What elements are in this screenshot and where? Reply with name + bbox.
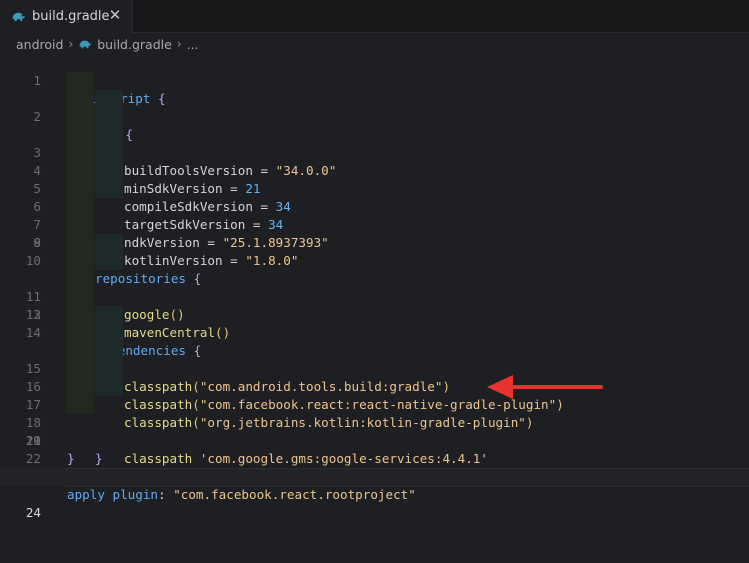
code-line: 20 } (0, 396, 749, 466)
indent-guide (66, 396, 94, 414)
code-line: 7 ndkVersion = "25.1.8937393" (0, 162, 749, 250)
indent-guide (66, 162, 94, 180)
indent-guide (66, 252, 94, 270)
code-line: 6 targetSdkVersion = 34 (0, 144, 749, 232)
indent-guide (66, 180, 94, 198)
indent-guide (95, 180, 123, 198)
indent-guide (95, 360, 123, 378)
code-line: 15 classpath("com.android.tools.build:gr… (0, 306, 749, 394)
indent-guide (95, 144, 123, 162)
indent-guide (66, 342, 94, 360)
breadcrumb-item-file[interactable]: build.gradle (97, 37, 172, 52)
code-line-current[interactable]: 24 (0, 468, 749, 520)
indent-guide (95, 108, 123, 126)
gradle-elephant-icon (79, 40, 92, 49)
indent-guide (95, 252, 123, 270)
indent-guide (95, 306, 123, 324)
line-number: 24 (25, 505, 41, 520)
indent-guide (66, 324, 94, 342)
indent-guide (66, 108, 94, 126)
indent-guide (66, 90, 94, 108)
code-line: 12 mavenCentral() (0, 252, 749, 340)
indent-guide (95, 90, 123, 108)
code-line: 22 (0, 432, 749, 466)
indent-guide (95, 234, 123, 252)
indent-guide (66, 198, 94, 216)
code-line: 1 buildscript { (0, 54, 749, 106)
breadcrumb: android › build.gradle › ... (16, 34, 199, 54)
code-line: 23 apply plugin: "com.facebook.react.roo… (0, 450, 749, 502)
breadcrumb-separator: › (68, 37, 74, 51)
tab-bar: build.gradle ✕ (0, 0, 749, 33)
indent-guide (66, 234, 94, 252)
indent-guide (66, 144, 94, 162)
indent-guide (66, 216, 94, 234)
code-line: 4 minSdkVersion = 21 (0, 108, 749, 196)
breadcrumb-item-more[interactable]: ... (187, 37, 199, 52)
indent-guide (95, 342, 123, 360)
code-line: 8 kotlinVersion = "1.8.0" (0, 180, 749, 268)
indent-guide (66, 72, 94, 90)
code-text: apply plugin: "com.facebook.react.rootpr… (67, 486, 416, 504)
breadcrumb-item-android[interactable]: android (16, 37, 63, 52)
indent-guide (95, 162, 123, 180)
code-line: 3 buildToolsVersion = "34.0.0" (0, 90, 749, 178)
code-line: 19 classpath 'com.google.gms:google-serv… (0, 378, 749, 466)
code-line: 9 } (0, 198, 749, 268)
red-arrow-annotation (487, 375, 603, 399)
code-line: 13 } (0, 270, 749, 340)
token: plugin (112, 487, 159, 502)
code-line: 10 repositories { (0, 216, 749, 286)
code-line: 21 } (0, 414, 749, 466)
indent-guide (66, 360, 94, 378)
indent-guide (95, 126, 123, 144)
code-line: 5 compileSdkVersion = 34 (0, 126, 749, 214)
close-icon[interactable]: ✕ (108, 8, 122, 23)
tab-title: build.gradle (32, 9, 110, 24)
code-line: 16 classpath("com.facebook.react:react-n… (0, 324, 749, 412)
indent-guide (95, 378, 123, 396)
token: : (158, 487, 174, 502)
token: apply (67, 487, 105, 502)
code-line: 14 dependencies { (0, 288, 749, 358)
code-editor[interactable]: 1 buildscript { 2 ext { 3 buildToolsVers… (0, 54, 749, 563)
indent-guide (66, 288, 94, 306)
indent-guide (66, 306, 94, 324)
code-line: 11 google() (0, 234, 749, 322)
code-line: 18 (0, 360, 749, 430)
gradle-elephant-icon (12, 12, 25, 22)
tab-build-gradle[interactable]: build.gradle ✕ (0, 0, 133, 33)
editor-window: build.gradle ✕ android › build.gradle › … (0, 0, 749, 563)
breadcrumb-separator: › (176, 37, 182, 51)
token: "com.facebook.react.rootproject" (173, 487, 416, 502)
indent-guide (66, 378, 94, 396)
code-line: 17 classpath("org.jetbrains.kotlin:kotli… (0, 342, 749, 430)
indent-guide (66, 270, 94, 288)
current-line-highlight (66, 468, 749, 487)
code-line: 2 ext { (0, 72, 749, 142)
indent-guide (95, 324, 123, 342)
indent-guide (66, 126, 94, 144)
